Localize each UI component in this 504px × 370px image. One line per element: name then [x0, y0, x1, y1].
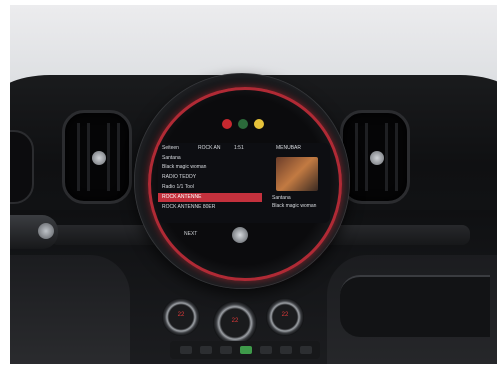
list-item[interactable]: ROCK ANTENNE 80ER: [162, 203, 215, 212]
climate-button[interactable]: [200, 346, 212, 354]
list-item-selected[interactable]: ROCK ANTENNE: [158, 193, 262, 202]
vent-slat: [355, 123, 358, 191]
climate-buttons: [170, 341, 320, 359]
left-panel: [10, 255, 130, 364]
header-source: Seiteen: [162, 145, 179, 151]
climate-button[interactable]: [280, 346, 292, 354]
climate-knob-left[interactable]: 22: [162, 298, 200, 336]
warning-light-icon: [254, 119, 264, 129]
now-playing-artist: Santana: [162, 155, 181, 161]
vent-knob: [370, 151, 384, 165]
vent-slat: [117, 123, 120, 191]
climate-button-active[interactable]: [240, 346, 252, 354]
right-temp: 22: [281, 312, 289, 318]
header-time: 1:51: [234, 145, 244, 151]
climate-button[interactable]: [300, 346, 312, 354]
infotainment-screen: Seiteen ROCK AN 1:51 MENUBAR Santana Bla…: [158, 143, 330, 223]
volume-knob[interactable]: [232, 227, 248, 243]
center-display-ring: Seiteen ROCK AN 1:51 MENUBAR Santana Bla…: [134, 73, 350, 289]
list-item[interactable]: RADIO TEDDY: [162, 173, 196, 182]
dashboard-photo: Seiteen ROCK AN 1:51 MENUBAR Santana Bla…: [10, 5, 497, 364]
header-label: MENUBAR: [276, 145, 302, 151]
stalk-tip: [38, 223, 54, 239]
header-station: ROCK AN: [198, 145, 221, 151]
right-song: Black magic woman: [272, 203, 317, 209]
vent-slat: [385, 123, 388, 191]
right-artist: Santana: [272, 195, 291, 201]
now-playing-title: Black magic woman: [162, 164, 207, 170]
left-temp: 22: [177, 312, 185, 318]
glovebox: [340, 275, 490, 337]
instrument-cluster-edge: [10, 130, 34, 204]
climate-button[interactable]: [260, 346, 272, 354]
vent-slat: [87, 123, 90, 191]
vent-slat: [395, 123, 398, 191]
album-art: [276, 157, 318, 191]
wiper-stalk: [10, 215, 58, 249]
list-item[interactable]: Radio 1/1 Tool: [162, 183, 194, 192]
status-icons: [214, 119, 274, 133]
vent-slat: [77, 123, 80, 191]
airbag-indicator-icon: [238, 119, 248, 129]
center-temp: 22: [231, 318, 239, 324]
air-vent-right: [340, 110, 410, 204]
air-vent-left: [62, 110, 132, 204]
climate-knob-right[interactable]: 22: [266, 298, 304, 336]
climate-button[interactable]: [220, 346, 232, 354]
next-control[interactable]: NEXT: [184, 231, 197, 237]
hazard-icon[interactable]: [222, 119, 232, 129]
vent-slat: [107, 123, 110, 191]
vent-slat: [365, 123, 368, 191]
vent-knob: [92, 151, 106, 165]
climate-button[interactable]: [180, 346, 192, 354]
climate-knob-center[interactable]: 22: [213, 301, 257, 345]
